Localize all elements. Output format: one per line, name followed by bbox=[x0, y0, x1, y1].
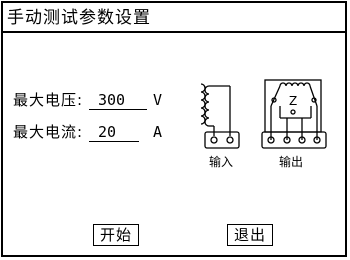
output-label: 输出 bbox=[279, 154, 303, 169]
max-current-field[interactable]: 20 bbox=[89, 122, 139, 142]
voltage-unit: V bbox=[153, 91, 163, 109]
max-voltage-field[interactable]: 300 bbox=[89, 90, 147, 110]
input-label: 输入 bbox=[209, 154, 233, 169]
load-label: Z bbox=[289, 94, 297, 108]
max-current-label: 最大电流: bbox=[13, 123, 84, 141]
exit-button[interactable]: 退出 bbox=[227, 224, 273, 246]
start-button[interactable]: 开始 bbox=[93, 224, 139, 246]
input-terminal-1 bbox=[210, 136, 218, 144]
title-bar: 手动测试参数设置 bbox=[3, 3, 345, 33]
input-terminal-2 bbox=[226, 136, 234, 144]
input-coil-icon bbox=[200, 83, 210, 127]
window-title: 手动测试参数设置 bbox=[7, 8, 151, 28]
max-voltage-label: 最大电压: bbox=[13, 91, 84, 109]
load-coil-icon bbox=[279, 82, 311, 87]
current-unit: A bbox=[153, 123, 163, 141]
input-terminal-block bbox=[204, 131, 240, 149]
wiring-diagram: Z 输入 输出 bbox=[200, 79, 327, 169]
